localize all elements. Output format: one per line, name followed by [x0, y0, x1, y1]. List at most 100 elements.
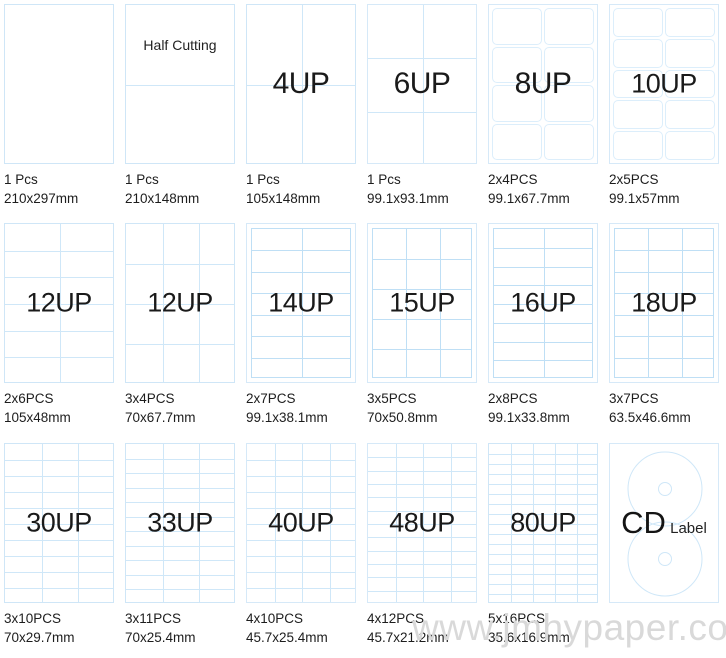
sheet-caption: 2x8PCS 99.1x33.8mm	[488, 389, 570, 427]
label-sheet-card[interactable]: 12UP 3x4PCS 70x67.7mm	[121, 219, 242, 438]
grid-line-horizontal	[489, 493, 597, 495]
grid-line-vertical	[440, 229, 441, 378]
sheet-preview: 30UP	[4, 442, 114, 603]
sheet-preview: Half Cutting	[125, 4, 235, 164]
sheet-pcs: 2x7PCS	[246, 391, 296, 407]
label-cell	[544, 85, 594, 122]
label-cell	[544, 123, 594, 160]
grid-line-horizontal	[247, 571, 355, 573]
grid-line-horizontal	[368, 510, 476, 512]
grid-line-vertical	[511, 443, 512, 602]
sheet-pcs: 3x11PCS	[125, 610, 182, 626]
grid-line-horizontal	[5, 539, 113, 541]
sheet-pcs: 1 Pcs	[367, 172, 401, 187]
label-cell	[613, 69, 663, 99]
sheet-caption: 5x16PCS 35.6x16.9mm	[488, 609, 570, 647]
grid-line-horizontal	[615, 358, 713, 360]
grid-line-vertical	[423, 5, 424, 163]
label-sheet-card[interactable]: 14UP 2x7PCS 99.1x38.1mm	[242, 219, 363, 438]
grid-line-horizontal	[368, 550, 476, 552]
sheet-caption: 3x7PCS 63.5x46.6mm	[609, 389, 691, 427]
label-cell	[492, 46, 542, 83]
label-sheet-card[interactable]: 18UP 3x7PCS 63.5x46.6mm	[605, 219, 726, 438]
grid-line-vertical	[577, 443, 578, 602]
grid-line-horizontal	[126, 344, 234, 346]
label-sheet-card[interactable]: 6UP 1 Pcs 99.1x93.1mm	[363, 0, 484, 219]
sheet-size: 99.1x93.1mm	[367, 191, 449, 206]
label-sheet-card[interactable]: 12UP 2x6PCS 105x48mm	[0, 219, 121, 438]
sheet-preview: 10UP	[609, 4, 719, 164]
grid-line-vertical	[544, 229, 545, 378]
sheet-size: 210x297mm	[4, 191, 79, 206]
label-sheet-card[interactable]: 4UP 1 Pcs 105x148mm	[242, 0, 363, 219]
label-layout-catalog: 1 Pcs 210x297mm Half Cutting 1 Pcs 210x148mm…	[0, 0, 726, 658]
grid-line-horizontal	[126, 530, 234, 532]
label-sheet-card[interactable]: Half Cutting 1 Pcs 210x148mm	[121, 0, 242, 219]
sheet-up-count: 33UP	[147, 507, 213, 538]
sheet-preview: 6UP	[367, 4, 477, 164]
grid-line-horizontal	[126, 472, 234, 474]
label-sheet-card[interactable]: 15UP 3x5PCS 70x50.8mm	[363, 219, 484, 438]
sheet-pcs: 3x10PCS	[4, 610, 62, 626]
label-cell	[613, 8, 663, 37]
sheet-pcs: 4x10PCS	[246, 610, 304, 626]
grid-line-horizontal	[5, 523, 113, 525]
grid-line-horizontal	[368, 470, 476, 472]
label-sheet-card[interactable]: 40UP 4x10PCS 45.7x25.4mm	[242, 439, 363, 658]
grid-line-vertical	[648, 229, 649, 378]
grid-line-horizontal	[5, 571, 113, 573]
label-sheet-card[interactable]: 30UP 3x10PCS 70x29.7mm	[0, 439, 121, 658]
sheet-preview: 12UP	[125, 223, 235, 384]
grid-line-horizontal	[5, 555, 113, 557]
sheet-caption: 4x10PCS 45.7x25.4mm	[246, 609, 328, 647]
label-cell	[665, 100, 715, 130]
grid-line-horizontal	[252, 250, 350, 252]
label-sheet-card[interactable]: 8UP 2x4PCS 99.1x67.7mm	[484, 0, 605, 219]
grid-line-horizontal	[5, 587, 113, 589]
grid-line-horizontal	[373, 259, 471, 261]
grid-line-horizontal	[368, 523, 476, 525]
label-sheet-card[interactable]: 10UP 2x5PCS 99.1x57mm	[605, 0, 726, 219]
label-sheet-card[interactable]: CD Label	[605, 439, 726, 658]
inset-grid	[493, 228, 593, 379]
grid-line-vertical	[199, 443, 200, 602]
grid-line-vertical	[78, 443, 79, 602]
grid-line-horizontal	[126, 264, 234, 266]
sheet-preview: 80UP	[488, 442, 598, 603]
grid-line-horizontal	[247, 523, 355, 525]
sheet-pcs: 1 Pcs	[246, 172, 280, 187]
grid-line-horizontal	[615, 336, 713, 338]
grid-line-horizontal	[126, 516, 234, 518]
sheet-preview: 18UP	[609, 223, 719, 384]
grid-line-horizontal	[126, 559, 234, 561]
inset-grid	[251, 228, 351, 379]
sheet-caption: 1 Pcs 210x148mm	[125, 170, 199, 208]
grid-line-horizontal	[126, 304, 234, 306]
label-cell	[544, 46, 594, 83]
grid-line-horizontal	[126, 574, 234, 576]
grid-line-vertical	[199, 224, 200, 383]
grid-line-horizontal	[494, 248, 592, 250]
grid-line-horizontal	[489, 503, 597, 505]
sheet-size: 99.1x67.7mm	[488, 191, 570, 206]
sheet-preview: 15UP	[367, 223, 477, 384]
label-sheet-card[interactable]: 80UP 5x16PCS 35.6x16.9mm	[484, 439, 605, 658]
grid-line-horizontal	[247, 539, 355, 541]
label-sheet-card[interactable]: 33UP 3x11PCS 70x25.4mm	[121, 439, 242, 658]
grid-line-horizontal	[489, 553, 597, 555]
label-sheet-card[interactable]: 48UP 4x12PCS 45.7x21.2mm	[363, 439, 484, 658]
sheet-size: 63.5x46.6mm	[609, 410, 691, 426]
grid-line-horizontal	[494, 285, 592, 287]
label-cell	[665, 69, 715, 99]
sheet-caption: 3x11PCS 70x25.4mm	[125, 609, 196, 647]
label-sheet-card[interactable]: 1 Pcs 210x297mm	[0, 0, 121, 219]
grid-line-vertical	[451, 443, 452, 602]
grid-line-horizontal	[252, 358, 350, 360]
grid-line-horizontal	[126, 501, 234, 503]
grid-line-horizontal	[252, 315, 350, 317]
grid-line-vertical	[555, 443, 556, 602]
grid-line-horizontal	[5, 491, 113, 493]
sheet-preview: 12UP	[4, 223, 114, 384]
label-sheet-card[interactable]: 16UP 2x8PCS 99.1x33.8mm	[484, 219, 605, 438]
grid-line-horizontal	[368, 58, 476, 59]
